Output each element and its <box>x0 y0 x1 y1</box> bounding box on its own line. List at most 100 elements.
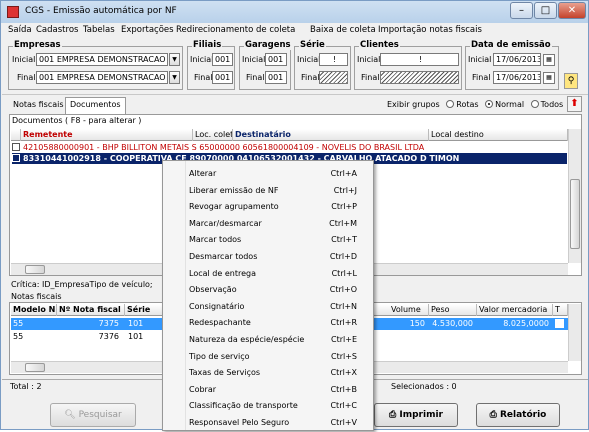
chevron-down-icon[interactable]: ▼ <box>169 71 180 84</box>
radio-normal-label: Normal <box>495 100 525 109</box>
documentos-vscroll[interactable] <box>568 129 581 263</box>
tab-notas-fiscais[interactable]: Notas fiscais <box>13 100 64 114</box>
radio-rotas-label: Rotas <box>456 100 479 109</box>
cell-numero: 7375 <box>98 319 119 328</box>
cell-volume: 150 <box>409 319 425 328</box>
relatorio-label: Relatório <box>499 410 547 420</box>
close-button[interactable]: ✕ <box>558 2 586 19</box>
serie-final-label: Final <box>301 73 320 82</box>
serie-inicial-label: Inicial <box>297 55 321 64</box>
col-peso[interactable]: Peso <box>429 304 477 316</box>
cell-valor: 8.025,0000 <box>503 319 549 328</box>
menu-redirecionamento[interactable]: Redirecionamento de coleta <box>176 25 295 35</box>
window-title: CGS - Emissão automática por NF <box>25 6 177 16</box>
col-serie[interactable]: Série <box>125 304 165 316</box>
radio-todos[interactable] <box>530 100 539 108</box>
pesquisar-label: Pesquisar <box>78 410 122 420</box>
menu-saida[interactable]: Saída <box>8 25 32 35</box>
menu-item-responsavel-seguro[interactable]: Responsavel Pelo Seguro Ctrl+V <box>163 412 373 432</box>
serie-group: Série Inicial ! Final <box>294 40 351 90</box>
filter-refresh-icon[interactable]: ⚲ <box>564 73 578 89</box>
empresas-final-label: Final <box>17 73 36 82</box>
filiais-inicial-field[interactable]: 001 <box>212 53 233 66</box>
col-local-destino[interactable]: Local destino <box>429 129 568 141</box>
clientes-group: Clientes Inicial ! Final <box>354 40 462 90</box>
data-inicial-field[interactable]: 17/06/2013 <box>493 53 541 66</box>
imprimir-button[interactable]: ⎙ Imprimir <box>374 403 458 427</box>
radio-normal[interactable] <box>485 100 494 108</box>
row-checkbox[interactable] <box>12 154 20 162</box>
empresas-final-field[interactable]: 001 EMPRESA DEMONSTRACAO <box>36 71 168 84</box>
context-menu: Alterar Ctrl+A Liberar emissão de NF Ctrl+… <box>162 160 374 431</box>
col-volume[interactable]: Volume <box>389 304 429 316</box>
empresas-inicial-field[interactable]: 001 EMPRESA DEMONSTRACAO <box>36 53 168 66</box>
table-row[interactable]: 42105880000901 - BHP BILLITON METAIS S 6… <box>12 142 567 153</box>
row-indicator-header <box>11 129 21 141</box>
clientes-final-label: Final <box>361 73 380 82</box>
relatorio-button[interactable]: ⎙ Relatório <box>476 403 560 427</box>
serie-final-field[interactable] <box>319 71 348 84</box>
col-valor-mercadoria[interactable]: Valor mercadoria <box>477 304 553 316</box>
col-loc-coleta[interactable]: Loc. coleta <box>193 129 233 141</box>
minimize-button[interactable]: – <box>510 2 533 19</box>
scroll-thumb[interactable] <box>25 363 45 372</box>
cell-checkbox[interactable] <box>555 319 564 328</box>
clientes-final-field[interactable] <box>380 71 459 84</box>
notas-vscroll[interactable] <box>568 304 581 361</box>
notas-caption: Notas fiscais <box>11 292 62 301</box>
clientes-title: Clientes <box>359 40 400 50</box>
scroll-thumb[interactable] <box>25 265 45 274</box>
garagens-final-field[interactable]: 001 <box>265 71 287 84</box>
printer-icon: ⎙ <box>389 410 397 420</box>
pesquisar-button[interactable]: 🔍︎ Pesquisar <box>50 403 136 427</box>
col-destinatario[interactable]: Destinatário <box>233 129 429 141</box>
report-icon: ⎙ <box>489 410 497 420</box>
col-t[interactable]: T <box>553 304 568 316</box>
chevron-down-icon[interactable]: ▼ <box>169 53 180 66</box>
clientes-inicial-label: Inicial <box>357 55 381 64</box>
filiais-final-field[interactable]: 001 <box>212 71 233 84</box>
calendar-icon[interactable]: ▦ <box>543 72 555 84</box>
cell-serie: 101 <box>128 332 144 341</box>
garagens-inicial-field[interactable]: 001 <box>265 53 287 66</box>
serie-inicial-field[interactable]: ! <box>319 53 348 66</box>
filiais-inicial-label: Inicial <box>190 55 214 64</box>
menu-importacao[interactable]: Importação notas fiscais <box>378 25 482 35</box>
search-icon: 🔍︎ <box>64 410 76 420</box>
app-icon <box>7 6 19 18</box>
filiais-title: Filiais <box>192 40 223 50</box>
menu-exportacoes[interactable]: Exportações <box>121 25 174 35</box>
filiais-group: Filiais Inicial 001 Final 001 <box>187 40 235 90</box>
menu-cadastros[interactable]: Cadastros <box>36 25 78 35</box>
garagens-title: Garagens <box>244 40 292 50</box>
empresas-inicial-label: Inicial <box>12 55 36 64</box>
status-selecionados: Selecionados : 0 <box>391 382 457 391</box>
filiais-final-label: Final <box>194 73 213 82</box>
cell-modelo: 55 <box>13 319 24 328</box>
menu-baixa-coleta[interactable]: Baixa de coleta <box>310 25 376 35</box>
col-remetente[interactable]: Remetente <box>21 129 193 141</box>
scroll-thumb[interactable] <box>570 179 580 249</box>
serie-title: Série <box>299 40 326 50</box>
empresas-group: Empresas Inicial 001 EMPRESA DEMONSTRACA… <box>8 40 183 90</box>
cell-peso: 4.530,000 <box>432 319 473 328</box>
cell-numero: 7376 <box>98 332 119 341</box>
divider <box>2 94 588 95</box>
data-emissao-title: Data de emissão <box>470 40 552 50</box>
col-numero-nf[interactable]: Nº Nota fiscal <box>57 304 125 316</box>
data-final-field[interactable]: 17/06/2013 <box>493 71 541 84</box>
cell-serie: 101 <box>128 319 144 328</box>
garagens-inicial-label: Inicial <box>242 55 266 64</box>
radio-rotas[interactable] <box>446 100 455 108</box>
tab-documentos[interactable]: Documentos <box>65 97 126 114</box>
title-bar[interactable]: CGS - Emissão automática por NF – □ ✕ <box>1 1 588 23</box>
maximize-button[interactable]: □ <box>534 2 557 19</box>
menu-bar: Saída Cadastros Tabelas Exportações Redi… <box>2 23 588 39</box>
row-checkbox[interactable] <box>12 143 20 151</box>
calendar-icon[interactable]: ▦ <box>543 54 555 66</box>
documentos-caption: Documentos ( F8 - para alterar ) <box>12 116 142 125</box>
menu-tabelas[interactable]: Tabelas <box>83 25 115 35</box>
col-modelo-nf[interactable]: Modelo NF <box>11 304 57 316</box>
clientes-inicial-field[interactable]: ! <box>380 53 459 66</box>
arrow-up-icon[interactable]: ⬆ <box>567 96 582 112</box>
